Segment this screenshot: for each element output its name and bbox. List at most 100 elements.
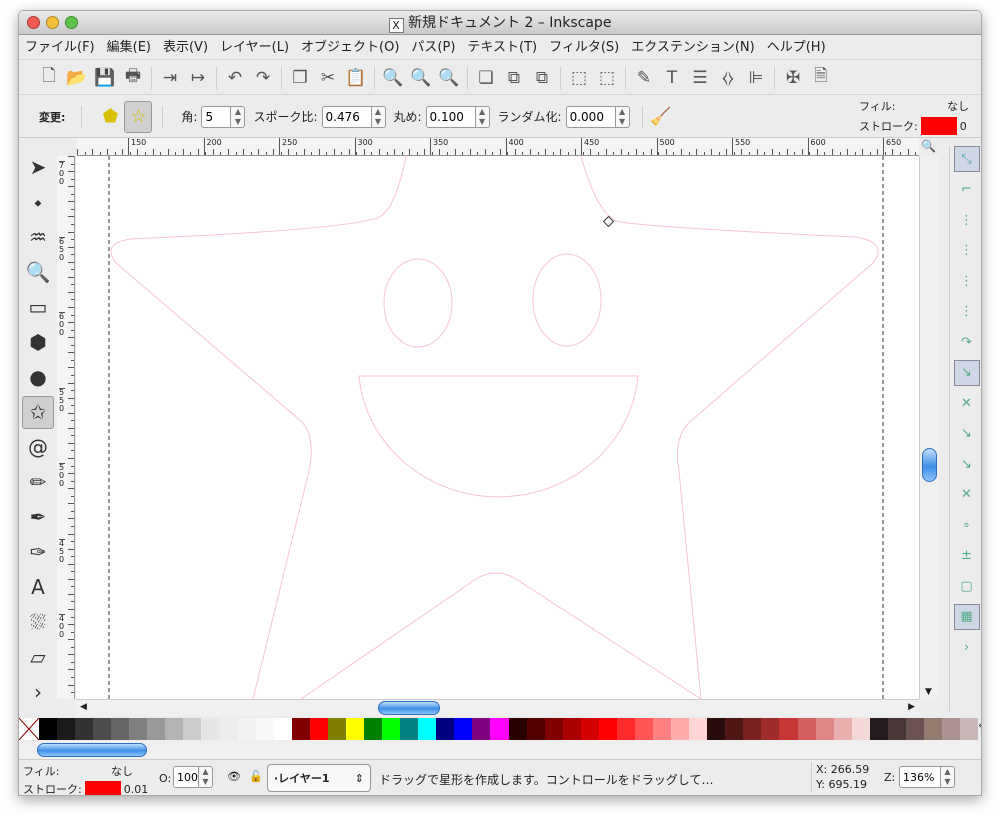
cut-icon[interactable]: ✂ [314, 65, 342, 91]
color-swatch[interactable] [165, 718, 184, 740]
color-swatch[interactable] [111, 718, 130, 740]
color-swatch[interactable] [942, 718, 961, 740]
spray-tool-icon[interactable]: ⛆ [22, 606, 54, 639]
color-swatch[interactable] [219, 718, 238, 740]
color-swatch[interactable] [147, 718, 166, 740]
color-swatch[interactable] [400, 718, 419, 740]
no-paint-swatch[interactable] [19, 717, 40, 741]
new-document-icon[interactable]: 🗋 [35, 65, 63, 91]
color-swatch[interactable] [418, 718, 437, 740]
import-icon[interactable]: ⇥ [156, 65, 184, 91]
vertical-scrollbar[interactable]: ▼ [919, 156, 939, 699]
snap-object-center-icon[interactable]: ∘ [954, 512, 980, 538]
star-shape[interactable] [110, 155, 879, 700]
zoom-input[interactable] [899, 766, 941, 788]
opacity-input[interactable] [173, 766, 199, 788]
randomized-input[interactable] [565, 105, 616, 128]
undo-icon[interactable]: ↶ [221, 65, 249, 91]
color-swatch[interactable] [255, 718, 274, 740]
snap-midpoint-icon[interactable]: ✕ [954, 482, 980, 508]
preferences-icon[interactable]: ✠ [779, 65, 807, 91]
redo-icon[interactable]: ↷ [249, 65, 277, 91]
duplicate-object-icon[interactable]: ❏ [472, 65, 500, 91]
color-swatch[interactable] [93, 718, 112, 740]
scroll-left-arrow[interactable]: ◀ [80, 702, 87, 712]
menu-item[interactable]: ファイル(F) [25, 36, 95, 59]
color-swatch[interactable] [75, 718, 94, 740]
color-swatch[interactable] [129, 718, 148, 740]
color-swatch[interactable] [364, 718, 383, 740]
color-swatch[interactable] [616, 718, 635, 740]
menu-item[interactable]: フィルタ(S) [549, 36, 619, 59]
zoom-drawing-icon[interactable]: 🔍 [407, 65, 435, 91]
scroll-down-arrow[interactable]: ▼ [925, 687, 932, 697]
color-swatch[interactable] [923, 718, 942, 740]
horizontal-scrollbar[interactable]: ◀ ▶ [76, 699, 919, 716]
3d-box-tool-icon[interactable]: ⬢ [22, 326, 54, 359]
spoke-ratio-stepper[interactable]: ▲ ▼ [371, 105, 386, 128]
zoom-stepper[interactable]: ▲ ▼ [941, 766, 955, 788]
fill-stroke-indicator[interactable]: フィル: なし ストローク: 0 [859, 98, 969, 136]
snap-bbox-midpoint-icon[interactable]: ⋮ [954, 268, 980, 294]
snap-grid-icon[interactable]: ▦ [953, 603, 980, 630]
node-tool-icon[interactable]: ⬩ [22, 186, 54, 219]
document-properties-icon[interactable]: 🗎 [807, 65, 835, 91]
paste-icon[interactable]: 📋 [342, 65, 370, 91]
menu-item[interactable]: 編集(E) [107, 36, 151, 59]
snap-bbox-center-icon[interactable]: ⋮ [954, 299, 980, 325]
palette-scroll-left-icon[interactable]: ‹ [978, 718, 981, 740]
color-swatch[interactable] [183, 718, 202, 740]
corners-input[interactable] [201, 105, 232, 128]
status-stroke-swatch[interactable] [84, 781, 121, 795]
menu-item[interactable]: 表示(V) [163, 36, 208, 59]
save-icon[interactable]: 💾 [91, 65, 119, 91]
snap-bbox-icon[interactable]: ⌐ [954, 177, 980, 203]
color-swatch[interactable] [345, 718, 364, 740]
palette-scroll-thumb[interactable] [37, 743, 147, 757]
color-swatch[interactable] [761, 718, 780, 740]
menu-item[interactable]: エクステンション(N) [631, 36, 754, 59]
color-swatch[interactable] [490, 718, 509, 740]
spoke-ratio-input[interactable] [321, 105, 372, 128]
opacity-stepper[interactable]: ▲ ▼ [199, 766, 213, 788]
color-swatch[interactable] [598, 718, 617, 740]
group-icon[interactable]: ⬚ [565, 65, 593, 91]
zoom-button[interactable] [65, 16, 78, 29]
snap-bbox-edge-icon[interactable]: ⋮ [954, 207, 980, 233]
star-mode-button[interactable]: ☆ [124, 100, 153, 133]
color-swatch[interactable] [815, 718, 834, 740]
drawing-canvas[interactable] [76, 155, 919, 700]
snap-intersection-icon[interactable]: ✕ [954, 390, 980, 416]
color-swatch[interactable] [454, 718, 473, 740]
more-tools-icon[interactable]: › [22, 676, 54, 709]
xml-editor-icon[interactable]: ⧼⧽ [714, 65, 742, 91]
horizontal-ruler[interactable]: 150 200 250 300 350 400 450 500 550 600 650 [77, 138, 919, 156]
spiral-tool-icon[interactable]: @ [22, 431, 54, 464]
menu-item[interactable]: レイヤー(L) [220, 36, 289, 59]
color-swatch[interactable] [779, 718, 798, 740]
snap-page-border-icon[interactable]: ▢ [954, 573, 980, 599]
ellipse-tool-icon[interactable]: ● [22, 361, 54, 394]
color-swatch[interactable] [851, 718, 870, 740]
color-swatch[interactable] [327, 718, 346, 740]
color-swatch[interactable] [869, 718, 888, 740]
corners-stepper[interactable]: ▲ ▼ [231, 105, 246, 128]
color-swatch[interactable] [237, 718, 256, 740]
color-swatch[interactable] [887, 718, 906, 740]
randomized-stepper[interactable]: ▲ ▼ [615, 105, 630, 128]
color-swatch[interactable] [291, 718, 310, 740]
color-swatch[interactable] [526, 718, 545, 740]
color-swatch[interactable] [562, 718, 581, 740]
color-swatch[interactable] [960, 718, 979, 740]
duplicate-icon[interactable]: ❐ [286, 65, 314, 91]
layer-visibility-icon[interactable]: 👁 [227, 770, 241, 783]
layer-lock-icon[interactable]: 🔓 [249, 770, 263, 783]
color-swatch[interactable] [634, 718, 653, 740]
ungroup-icon[interactable]: ⬚ [593, 65, 621, 91]
reset-defaults-icon[interactable]: 🧹 [647, 104, 675, 130]
color-swatch[interactable] [905, 718, 924, 740]
menu-item[interactable]: パス(P) [411, 36, 455, 59]
calligraphy-tool-icon[interactable]: ✑ [22, 536, 54, 569]
vertical-ruler[interactable]: 700 650 600 550 500 450 400 [57, 156, 75, 699]
snap-rotation-center-icon[interactable]: ± [954, 543, 980, 569]
